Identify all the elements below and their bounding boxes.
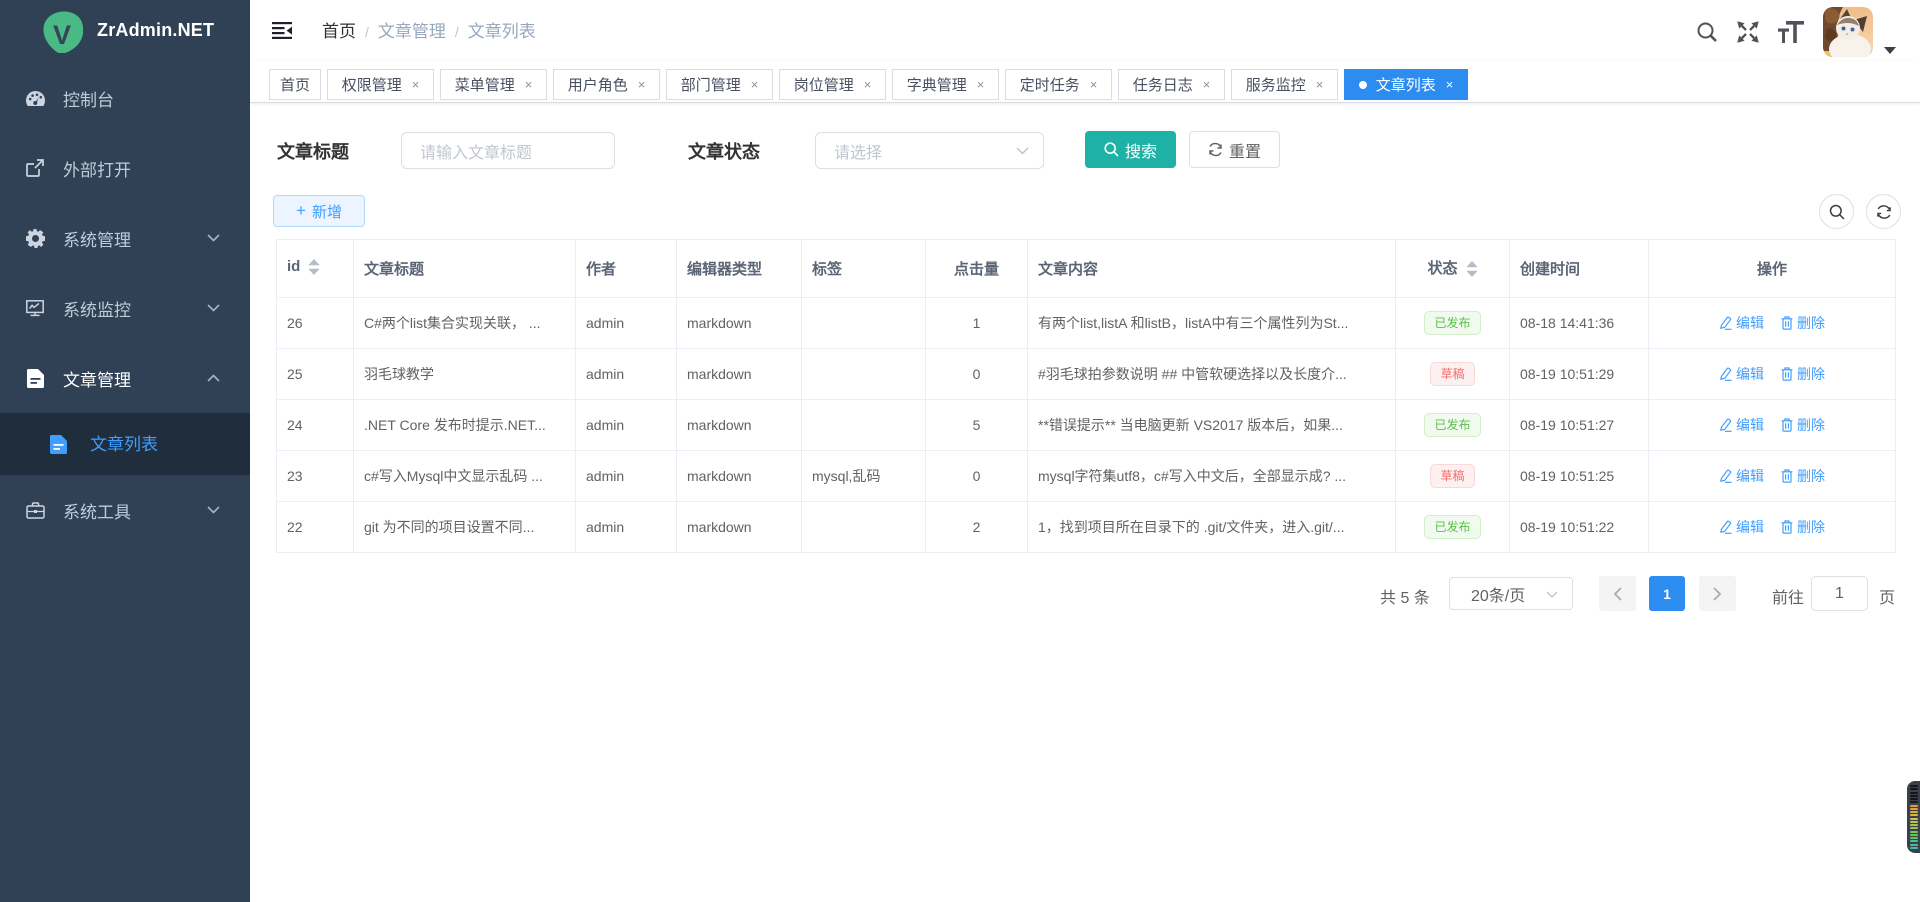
svg-text:V: V (53, 20, 71, 50)
